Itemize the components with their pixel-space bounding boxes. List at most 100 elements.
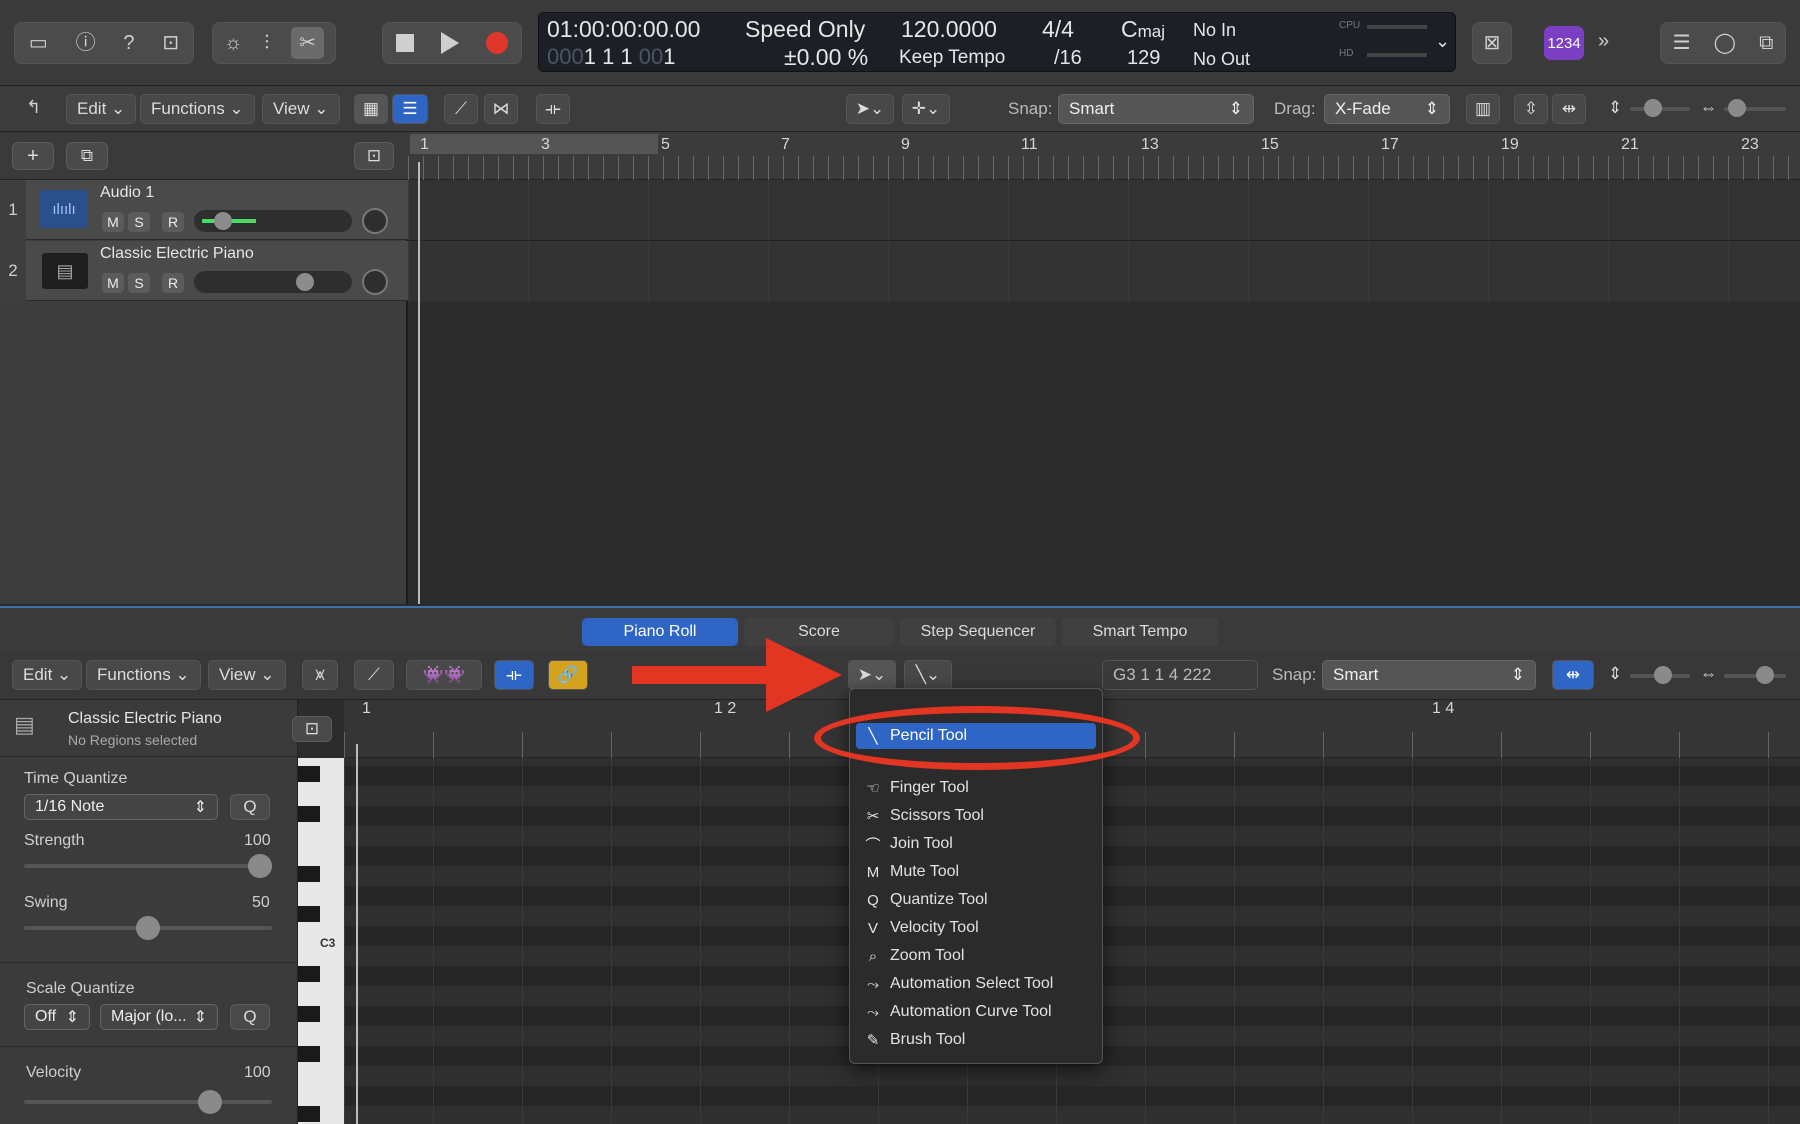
velocity-slider[interactable] <box>24 1100 272 1104</box>
tab-piano-roll[interactable]: Piano Roll <box>582 618 738 646</box>
tab-smart-tempo[interactable]: Smart Tempo <box>1062 618 1218 646</box>
menu-item-mute-tool[interactable]: M Mute Tool <box>856 859 1096 885</box>
grid-view-icon[interactable]: ▦ <box>354 94 388 124</box>
editor-horizontal-zoom-knob[interactable] <box>1756 666 1774 684</box>
catch-icon[interactable]: ⟛ <box>536 94 570 124</box>
scale-mode-select[interactable]: Major (lo... ⇕ <box>100 1004 218 1030</box>
black-key[interactable] <box>298 1006 320 1022</box>
pan-knob[interactable] <box>362 269 388 295</box>
volume-fader[interactable] <box>194 271 352 293</box>
inspector-icon[interactable]: ⓘ <box>76 33 96 53</box>
menu-item-zoom-tool[interactable]: ⌕ Zoom Tool <box>856 943 1096 969</box>
secondary-tool-menu[interactable]: ✛⌄ <box>902 94 950 124</box>
loops-icon[interactable]: ⧉ <box>1759 33 1773 53</box>
strength-slider[interactable] <box>24 864 272 868</box>
black-key[interactable] <box>298 806 320 822</box>
notes-icon[interactable]: ◯ <box>1714 33 1736 53</box>
waveform-zoom-icon[interactable]: ▥ <box>1466 94 1500 124</box>
editor-view-menu[interactable]: View ⌄ <box>208 660 286 690</box>
menu-item-finger-tool[interactable]: ☜ Finger Tool <box>856 775 1096 801</box>
black-key[interactable] <box>298 1046 320 1062</box>
menu-item-brush-tool[interactable]: ✎ Brush Tool <box>856 1027 1096 1053</box>
play-button[interactable] <box>440 32 459 54</box>
playhead[interactable] <box>418 162 420 604</box>
menu-item-scissors-tool[interactable]: ✂ Scissors Tool <box>856 803 1096 829</box>
strength-knob[interactable] <box>248 854 272 878</box>
mute-button[interactable]: M <box>102 273 124 293</box>
library-icon[interactable]: ▭ <box>29 33 48 53</box>
time-quantize-select[interactable]: 1/16 Note ⇕ <box>24 794 218 820</box>
pan-knob[interactable] <box>362 208 388 234</box>
track-name[interactable]: Audio 1 <box>100 184 154 202</box>
list-view-icon[interactable]: ☰ <box>392 94 428 124</box>
lcd-dropdown-icon[interactable]: ⌄ <box>1435 32 1450 50</box>
inspector-expand-icon[interactable]: ⊡ <box>292 716 332 742</box>
list-editors-icon[interactable]: ☰ <box>1673 33 1691 53</box>
record-button[interactable] <box>485 32 508 54</box>
editor-pointer-tool-menu[interactable]: ➤⌄ <box>848 660 896 690</box>
tracks-area[interactable] <box>408 162 1800 604</box>
black-key[interactable] <box>298 866 320 882</box>
horizontal-zoom-knob[interactable] <box>1728 99 1746 117</box>
mute-button[interactable]: M <box>102 212 124 232</box>
fader-knob[interactable] <box>214 212 232 230</box>
editor-vertical-zoom-knob[interactable] <box>1654 666 1672 684</box>
smart-controls-icon[interactable]: ☼ <box>224 33 242 53</box>
arrange-view-menu[interactable]: View ⌄ <box>262 94 340 124</box>
editor-playhead[interactable] <box>356 744 358 1124</box>
editor-horizontal-zoom-slider[interactable] <box>1724 674 1786 678</box>
add-track-button[interactable]: + <box>12 142 54 170</box>
bar-ruler[interactable] <box>408 132 1800 180</box>
black-key[interactable] <box>298 966 320 982</box>
collapse-icon[interactable]: ⩙ <box>302 660 338 690</box>
flex-icon[interactable]: ⋈ <box>484 94 518 124</box>
stop-button[interactable] <box>396 34 415 52</box>
mixer-icon[interactable]: ⫶ <box>264 33 269 53</box>
record-enable-button[interactable]: R <box>162 273 184 293</box>
vertical-fit-icon[interactable]: ⇳ <box>1514 94 1548 124</box>
black-key[interactable] <box>298 906 320 922</box>
close-box-icon[interactable]: ⊠ <box>1484 33 1501 53</box>
menu-item-join-tool[interactable]: ⌒ Join Tool <box>856 831 1096 857</box>
editor-functions-menu[interactable]: Functions ⌄ <box>86 660 201 690</box>
back-arrow-icon[interactable]: ↰ <box>26 98 41 116</box>
editor-catch-icon[interactable]: ⟛ <box>494 660 534 690</box>
piano-keyboard[interactable]: C3 <box>298 758 344 1124</box>
menu-item-velocity-tool[interactable]: V Velocity Tool <box>856 915 1096 941</box>
scale-off-select[interactable]: Off ⇕ <box>24 1004 90 1030</box>
link-icon[interactable]: 🔗 <box>548 660 588 690</box>
toolbar-icon[interactable]: ⊡ <box>162 33 179 53</box>
duplicate-track-icon[interactable]: ⧉ <box>66 142 108 170</box>
tab-step-sequencer[interactable]: Step Sequencer <box>900 618 1056 646</box>
black-key[interactable] <box>298 1106 320 1122</box>
horizontal-fit-icon[interactable]: ⇹ <box>1552 94 1586 124</box>
track-row[interactable]: 1 ılıılı Audio 1 M S R <box>0 180 408 240</box>
pointer-tool-menu[interactable]: ➤⌄ <box>846 94 894 124</box>
arrange-functions-menu[interactable]: Functions ⌄ <box>140 94 255 124</box>
track-name[interactable]: Classic Electric Piano <box>100 245 254 263</box>
more-chevron-icon[interactable]: » <box>1598 31 1609 51</box>
velocity-knob[interactable] <box>198 1090 222 1114</box>
midi-in-icon[interactable]: 👾 👾 <box>406 660 482 690</box>
arrange-edit-menu[interactable]: Edit ⌄ <box>66 94 137 124</box>
editor-edit-menu[interactable]: Edit ⌄ <box>12 660 83 690</box>
editor-pencil-tool-menu[interactable]: ╲⌄ <box>904 660 952 690</box>
editors-scissors-icon[interactable]: ✂ <box>291 27 324 59</box>
menu-item-automation-curve-tool[interactable]: ⤳ Automation Curve Tool <box>856 999 1096 1025</box>
track-row[interactable]: 2 ▤ Classic Electric Piano M S R <box>0 241 408 301</box>
editor-snap-select[interactable]: Smart ⇕ <box>1322 660 1536 690</box>
automation-icon[interactable]: ⟋ <box>444 94 478 124</box>
time-quantize-q-button[interactable]: Q <box>230 794 270 820</box>
black-key[interactable] <box>298 766 320 782</box>
fader-knob[interactable] <box>296 273 314 291</box>
vertical-zoom-knob[interactable] <box>1644 99 1662 117</box>
menu-item-quantize-tool[interactable]: Q Quantize Tool <box>856 887 1096 913</box>
solo-button[interactable]: S <box>128 273 150 293</box>
help-icon[interactable]: ? <box>123 33 134 53</box>
arrange-snap-select[interactable]: Smart ⇕ <box>1058 94 1254 124</box>
drag-select[interactable]: X-Fade ⇕ <box>1324 94 1450 124</box>
editor-automation-icon[interactable]: ⟋ <box>354 660 394 690</box>
track-filter-icon[interactable]: ⊡ <box>354 142 394 170</box>
menu-item-automation-select-tool[interactable]: ⤳ Automation Select Tool <box>856 971 1096 997</box>
solo-button[interactable]: S <box>128 212 150 232</box>
